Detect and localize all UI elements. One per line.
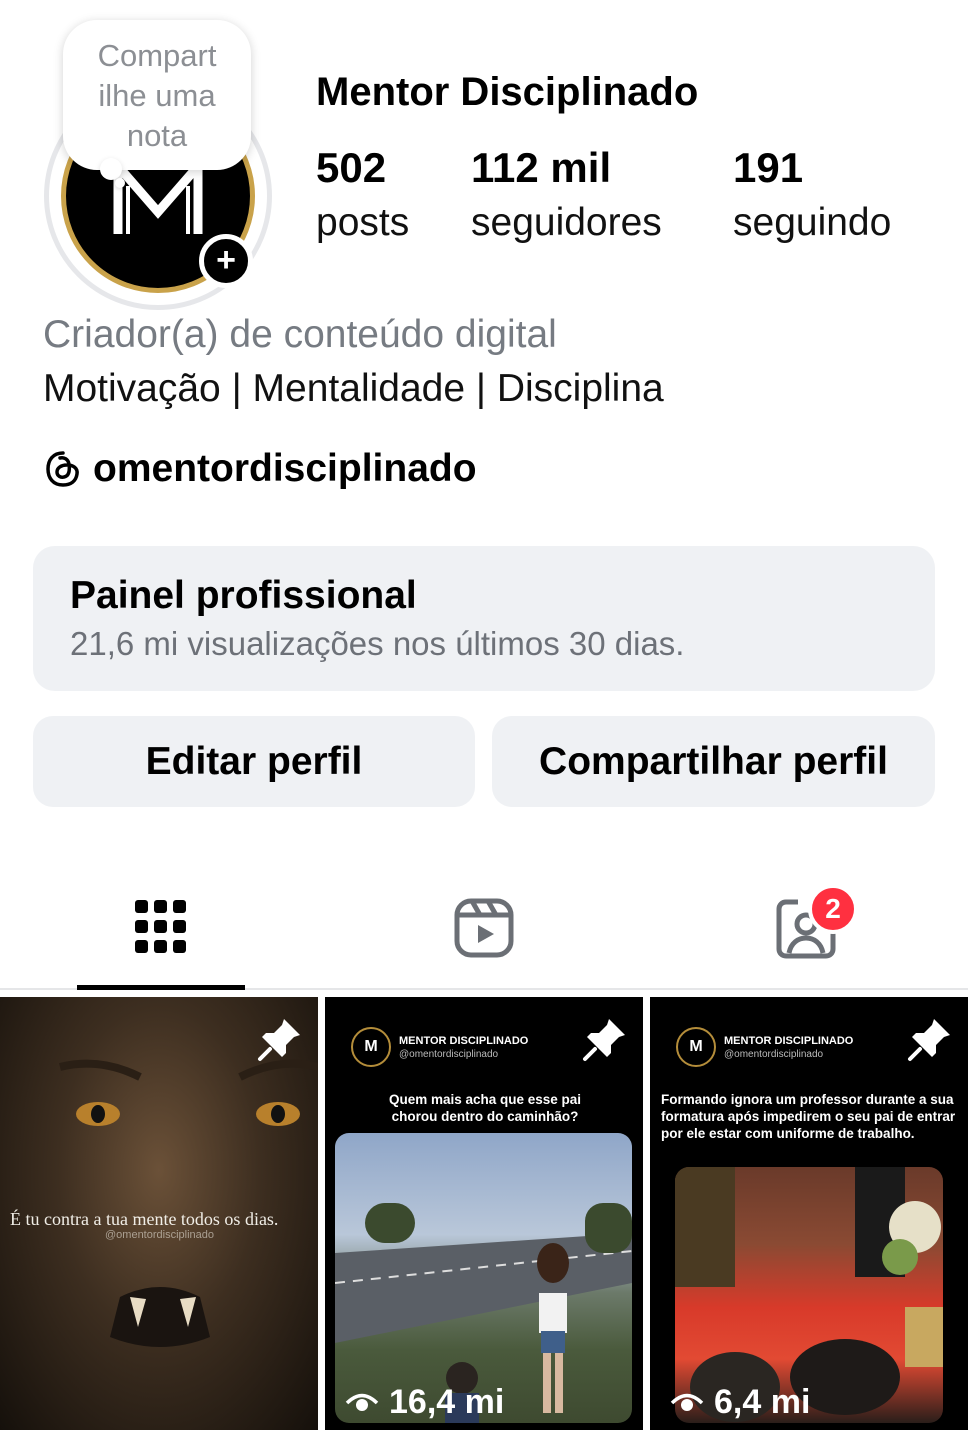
post-brand-name: MENTOR DISCIPLINADO	[724, 1034, 854, 1047]
post-views: 6,4 mi	[670, 1383, 810, 1422]
post-photo	[335, 1133, 632, 1423]
stat-followers-label: seguidores	[471, 201, 662, 244]
post-thumbnail[interactable]: M MENTOR DISCIPLINADO @omentordisciplina…	[650, 997, 968, 1430]
post-thumbnail[interactable]: M MENTOR DISCIPLINADO @omentordisciplina…	[325, 997, 643, 1430]
note-bubble[interactable]: Compart ilhe uma nota	[63, 20, 251, 170]
threads-icon	[46, 451, 79, 487]
post-caption: Formando ignora um professor durante a s…	[661, 1092, 956, 1141]
stat-posts-value: 502	[316, 144, 387, 191]
profile-tabs: 2	[0, 880, 968, 990]
post-header: M MENTOR DISCIPLINADO @omentordisciplina…	[676, 1027, 853, 1067]
post-views: 16,4 mi	[345, 1383, 504, 1422]
post-watermark: @omentordisciplinado	[105, 1229, 215, 1241]
note-line-3: nota	[126, 118, 188, 153]
tagged-notification-badge: 2	[808, 884, 858, 934]
profile-category: Criador(a) de conteúdo digital	[43, 313, 557, 356]
pin-icon	[908, 1019, 950, 1061]
views-eye-icon	[345, 1393, 379, 1411]
tab-reels[interactable]	[420, 880, 548, 990]
stat-posts-label: posts	[316, 201, 410, 244]
posts-grid: É tu contra a tua mente todos os dias. @…	[0, 997, 968, 1430]
stat-followers[interactable]: 112 mil seguidores	[471, 142, 662, 252]
post-caption: Quem mais acha que esse pai chorou dentr…	[388, 1092, 582, 1124]
post-views-count: 6,4 mi	[714, 1383, 811, 1421]
stat-following-value: 191	[733, 144, 804, 191]
stat-followers-value: 112 mil	[471, 144, 612, 191]
note-line-1: Compart	[97, 38, 217, 73]
note-bubble-tail-small	[115, 178, 125, 188]
post-brand-handle: @omentordisciplinado	[724, 1048, 824, 1060]
post-header: M MENTOR DISCIPLINADO @omentordisciplina…	[351, 1027, 528, 1067]
stat-following-label: seguindo	[733, 201, 892, 244]
note-line-2: ilhe uma	[98, 78, 216, 113]
share-profile-button[interactable]: Compartilhar perfil	[492, 716, 935, 807]
professional-dashboard[interactable]: Painel profissional 21,6 mi visualizaçõe…	[33, 546, 935, 691]
tab-posts-grid[interactable]	[77, 880, 245, 990]
stat-following[interactable]: 191 seguindo	[733, 142, 891, 252]
post-views-count: 16,4 mi	[389, 1383, 505, 1421]
post-brand-logo: M	[351, 1027, 391, 1067]
add-story-button[interactable]: +	[199, 234, 253, 288]
pin-icon	[583, 1019, 625, 1061]
post-brand-name: MENTOR DISCIPLINADO	[399, 1034, 529, 1047]
post-thumbnail[interactable]: É tu contra a tua mente todos os dias. @…	[0, 997, 318, 1430]
threads-handle: omentordisciplinado	[93, 447, 477, 490]
threads-link[interactable]: omentordisciplinado	[43, 447, 477, 491]
post-brand-handle: @omentordisciplinado	[399, 1048, 499, 1060]
tab-tagged[interactable]: 2	[760, 880, 888, 990]
professional-dashboard-subtitle: 21,6 mi visualizações nos últimos 30 dia…	[70, 625, 685, 662]
stat-posts[interactable]: 502 posts	[316, 142, 409, 252]
grid-icon	[135, 900, 186, 953]
pin-icon	[258, 1019, 300, 1061]
profile-bio: Motivação | Mentalidade | Disciplina	[43, 367, 664, 410]
professional-dashboard-title: Painel profissional	[70, 574, 417, 617]
road-scene-icon	[335, 1203, 632, 1423]
post-brand-logo: M	[676, 1027, 716, 1067]
profile-name: Mentor Disciplinado	[316, 70, 699, 114]
reels-icon	[454, 898, 514, 958]
note-bubble-tail	[100, 158, 122, 180]
post-quote: É tu contra a tua mente todos os dias.	[10, 1209, 279, 1229]
views-eye-icon	[670, 1393, 704, 1411]
edit-profile-button[interactable]: Editar perfil	[33, 716, 475, 807]
